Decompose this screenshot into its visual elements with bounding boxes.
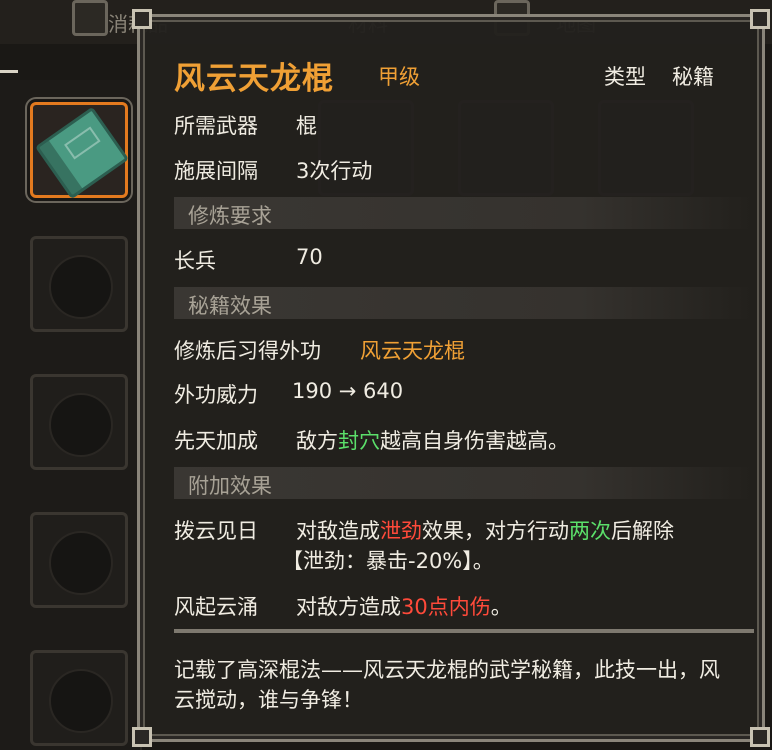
- learn-value: 风云天龙棍: [360, 339, 465, 363]
- interval-value: 3次行动: [296, 159, 373, 183]
- inventory-column: [0, 80, 142, 750]
- item-description: 记载了高深棍法——风云天龙棍的武学秘籍，此技一出，风云搅动，谁与争锋！: [174, 658, 720, 712]
- section-effects-title: 秘籍效果: [188, 294, 272, 318]
- extra1-green: 两次: [569, 519, 611, 543]
- green-book-icon: [34, 106, 130, 200]
- extra1-line2: 【泄劲：暴击-20%】。: [282, 549, 494, 573]
- extra2-label: 风起云涌: [174, 595, 258, 619]
- weapon-value: 棍: [296, 114, 317, 138]
- item-grade: 甲级: [378, 65, 420, 89]
- extra1-label: 拨云见日: [174, 519, 258, 543]
- section-requirements: 修炼要求: [174, 197, 754, 229]
- inventory-slot[interactable]: [30, 650, 128, 746]
- active-tab-underline: [0, 70, 18, 73]
- requirement-value: 70: [296, 245, 323, 269]
- section-extra-title: 附加效果: [188, 474, 272, 498]
- power-label: 外功威力: [174, 383, 258, 407]
- innate-text-pre: 敌方: [296, 429, 338, 453]
- innate-label: 先天加成: [174, 429, 258, 453]
- learn-label: 修炼后习得外功: [174, 339, 321, 363]
- interval-label: 施展间隔: [174, 159, 258, 183]
- extra1-text: 对敌造成泄劲效果，对方行动两次后解除: [296, 519, 674, 543]
- requirement-label: 长兵: [174, 249, 216, 273]
- innate-text-highlight: 封穴: [338, 429, 380, 453]
- extra2-red: 30点内伤: [401, 595, 491, 619]
- section-requirements-title: 修炼要求: [188, 204, 272, 228]
- innate-text-post: 越高自身伤害越高。: [380, 429, 569, 453]
- inventory-slot[interactable]: [30, 374, 128, 470]
- divider: [174, 629, 754, 633]
- section-extra: 附加效果: [174, 467, 754, 499]
- consumables-icon[interactable]: [72, 0, 108, 36]
- inventory-slot[interactable]: [30, 236, 128, 332]
- item-type-label: 类型: [604, 65, 646, 89]
- section-effects: 秘籍效果: [174, 287, 754, 319]
- item-name: 风云天龙棍: [174, 61, 334, 97]
- power-value: 190 → 640: [292, 379, 404, 403]
- item-tooltip: 风云天龙棍 甲级 类型 秘籍 所需武器 棍 施展间隔 3次行动 修炼要求 长兵 …: [132, 9, 770, 747]
- inventory-slot-selected[interactable]: [30, 102, 130, 200]
- extra2-text: 对敌方造成30点内伤。: [296, 595, 512, 619]
- innate-value: 敌方封穴越高自身伤害越高。: [296, 425, 569, 455]
- extra1-red: 泄劲: [380, 519, 422, 543]
- inventory-slot[interactable]: [30, 512, 128, 608]
- item-type-value: 秘籍: [672, 65, 714, 89]
- weapon-label: 所需武器: [174, 114, 258, 138]
